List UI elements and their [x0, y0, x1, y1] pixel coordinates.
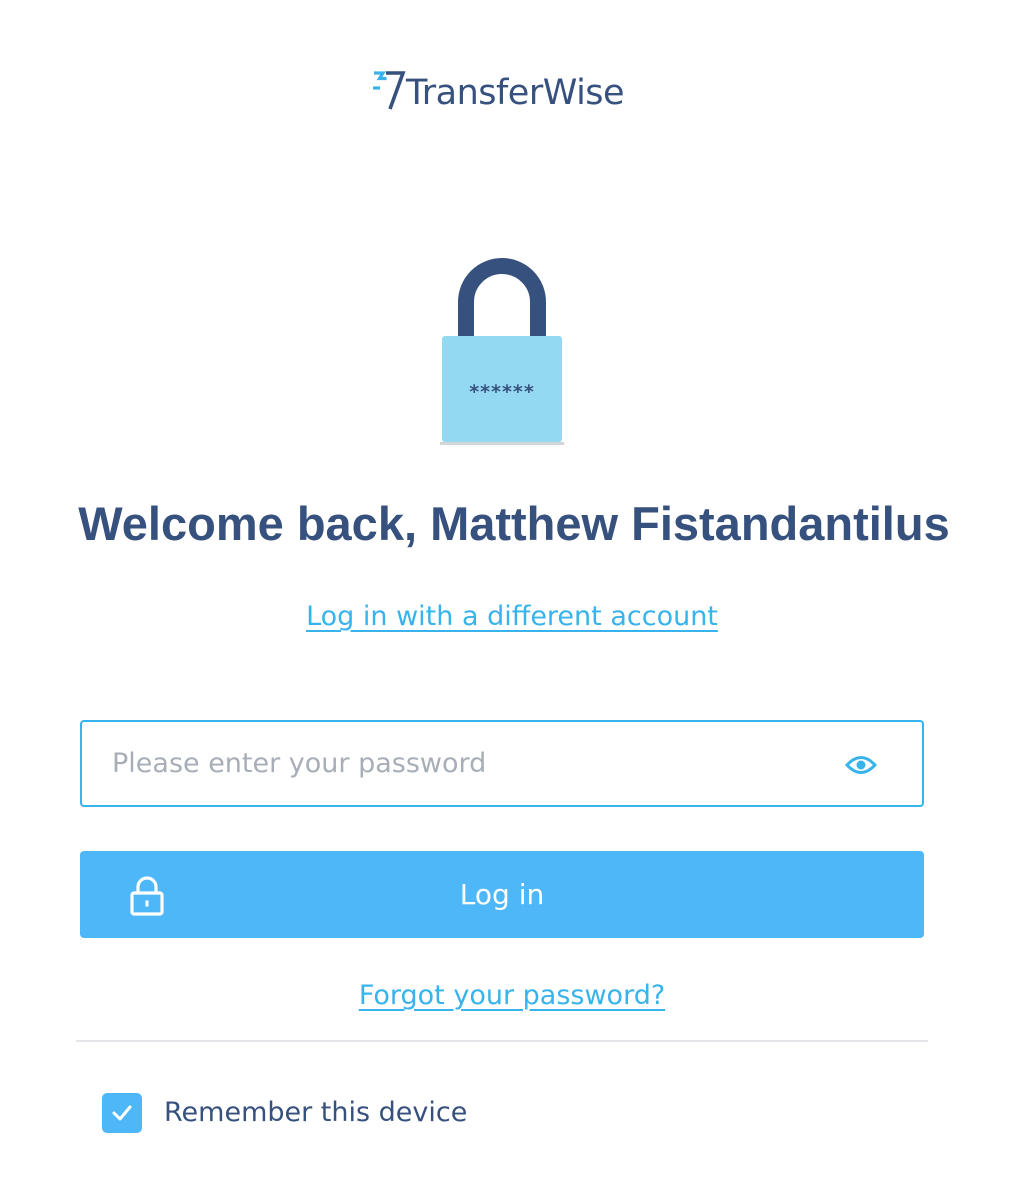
- page-title: Welcome back, Matthew Fistandantilus: [78, 497, 950, 550]
- password-input[interactable]: [82, 722, 822, 805]
- different-account-link-row: Log in with a different account: [0, 600, 1024, 634]
- checkmark-icon: [112, 1105, 132, 1121]
- padlock-illustration-icon: ******: [440, 258, 564, 445]
- forgot-password-link-row: Forgot your password?: [0, 979, 1024, 1013]
- login-button-label: Log in: [459, 878, 545, 911]
- login-button[interactable]: Log in: [80, 851, 924, 938]
- eye-icon[interactable]: [844, 750, 878, 780]
- divider: [76, 1040, 928, 1042]
- forgot-password-link[interactable]: Forgot your password?: [359, 980, 665, 1011]
- remember-device-label: Remember this device: [164, 1097, 468, 1128]
- login-page: TransferWise ****** Welcome back, Matthe…: [0, 0, 1024, 1200]
- brand-logo: TransferWise: [372, 66, 625, 116]
- different-account-link[interactable]: Log in with a different account: [306, 601, 718, 632]
- brand-name: TransferWise: [406, 72, 625, 113]
- transferwise-flag-icon: [373, 71, 406, 110]
- password-mask-text: ******: [469, 381, 535, 403]
- remember-device-checkbox[interactable]: [102, 1093, 142, 1133]
- remember-device-option[interactable]: Remember this device: [102, 1092, 467, 1134]
- password-field: [80, 720, 924, 807]
